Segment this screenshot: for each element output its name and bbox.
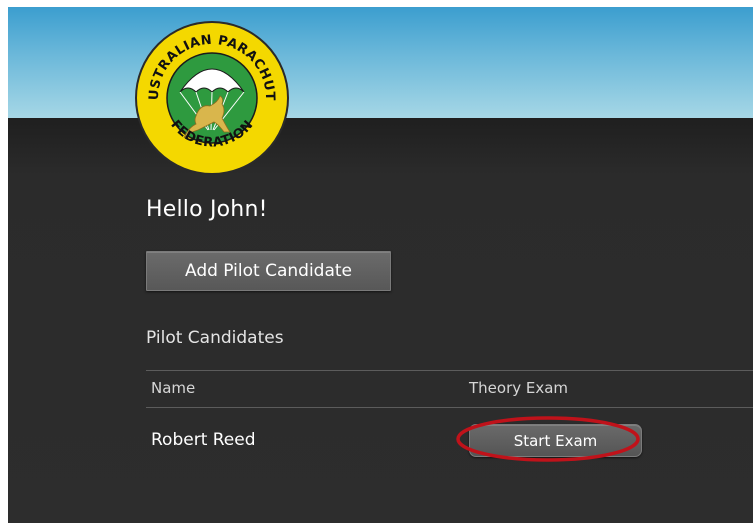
- add-pilot-candidate-button[interactable]: Add Pilot Candidate: [146, 251, 391, 291]
- candidate-name: Robert Reed: [151, 430, 256, 450]
- header-banner: [8, 7, 753, 118]
- greeting-heading: Hello John!: [146, 197, 268, 222]
- section-title: Pilot Candidates: [146, 328, 284, 348]
- content-area: [8, 118, 753, 523]
- column-header-name: Name: [151, 379, 196, 397]
- table-header-divider: [146, 407, 753, 408]
- column-header-theory-exam: Theory Exam: [469, 379, 569, 397]
- table-top-divider: [146, 370, 753, 371]
- apf-logo: AUSTRALIAN PARACHUTE FEDERATION: [134, 20, 289, 175]
- start-exam-button[interactable]: Start Exam: [469, 424, 642, 457]
- app-window: AUSTRALIAN PARACHUTE FEDERATION Hello Jo…: [8, 7, 753, 523]
